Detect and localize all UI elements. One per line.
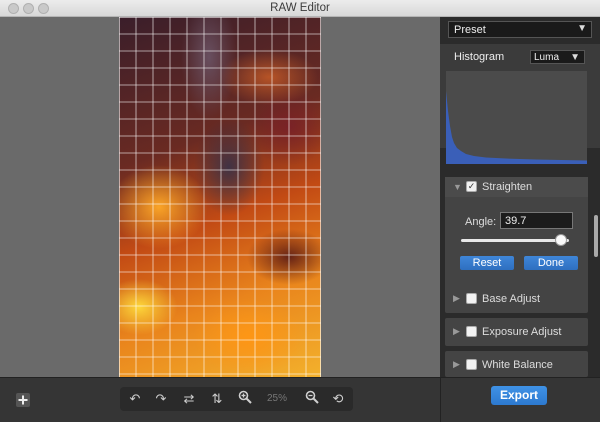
done-button[interactable]: Done: [524, 256, 578, 270]
export-button[interactable]: Export: [491, 386, 547, 405]
add-icon[interactable]: [16, 393, 30, 407]
base-adjust-checkbox[interactable]: [466, 293, 477, 304]
section-exposure-adjust[interactable]: ▶ Exposure Adjust: [445, 318, 588, 346]
disclosure-open-icon[interactable]: ▼: [453, 182, 462, 192]
exposure-adjust-checkbox[interactable]: [466, 326, 477, 337]
preset-label: Preset: [454, 24, 486, 36]
bottom-toolbar: ↶ ↷ ⇄ ⇅ 25% ⟲ Export: [0, 377, 600, 422]
zoom-out-icon[interactable]: [303, 390, 321, 408]
rotate-left-icon[interactable]: ↶: [126, 390, 144, 408]
angle-slider-track[interactable]: [461, 239, 569, 242]
photo-preview[interactable]: [119, 17, 321, 377]
histogram-section: Histogram Luma ▼: [440, 44, 600, 164]
straighten-checkbox[interactable]: ✓: [466, 181, 477, 192]
chevron-down-icon: ▼: [570, 52, 580, 63]
adjustments-panel: Preset ▼ Histogram Luma ▼ ▼ ✓ Straighten…: [440, 17, 600, 377]
white-balance-label: White Balance: [482, 359, 553, 371]
angle-input[interactable]: 39.7: [500, 212, 573, 229]
straighten-header[interactable]: ▼ ✓ Straighten: [445, 177, 588, 197]
panel-scrollbar[interactable]: [594, 215, 598, 257]
chevron-down-icon: ▼: [577, 23, 587, 34]
window-title: RAW Editor: [270, 2, 330, 14]
straighten-label: Straighten: [482, 181, 533, 193]
section-white-balance[interactable]: ▶ White Balance: [445, 351, 588, 377]
zoom-in-icon[interactable]: [236, 390, 254, 408]
reset-rotation-icon[interactable]: ⟲: [329, 390, 347, 408]
disclosure-closed-icon[interactable]: ▶: [453, 326, 460, 337]
section-base-adjust[interactable]: ▶ Base Adjust: [445, 285, 588, 313]
straighten-grid: [119, 17, 321, 377]
histogram-mode-value: Luma: [534, 52, 560, 63]
histogram-chart: [446, 71, 587, 164]
straighten-section: ▼ ✓ Straighten Angle: 39.7 Reset Done: [445, 177, 588, 297]
histogram-label: Histogram: [454, 51, 505, 63]
preset-dropdown[interactable]: Preset ▼: [448, 21, 592, 38]
title-bar: RAW Editor: [0, 0, 600, 17]
zoom-level: 25%: [267, 393, 288, 404]
flip-horizontal-icon[interactable]: ⇄: [180, 390, 198, 408]
panel-divider: [440, 378, 441, 422]
edit-tools: ↶ ↷ ⇄ ⇅ 25% ⟲: [120, 387, 353, 411]
exposure-adjust-label: Exposure Adjust: [482, 326, 562, 338]
angle-label: Angle:: [465, 216, 497, 228]
disclosure-closed-icon[interactable]: ▶: [453, 359, 460, 370]
angle-slider-knob[interactable]: [555, 234, 568, 246]
disclosure-closed-icon[interactable]: ▶: [453, 293, 460, 304]
histogram-mode-dropdown[interactable]: Luma ▼: [530, 50, 585, 64]
image-canvas[interactable]: [0, 17, 440, 377]
reset-button[interactable]: Reset: [460, 256, 514, 270]
white-balance-checkbox[interactable]: [466, 359, 477, 370]
flip-vertical-icon[interactable]: ⇅: [208, 390, 226, 408]
rotate-right-icon[interactable]: ↷: [152, 390, 170, 408]
base-adjust-label: Base Adjust: [482, 293, 541, 305]
